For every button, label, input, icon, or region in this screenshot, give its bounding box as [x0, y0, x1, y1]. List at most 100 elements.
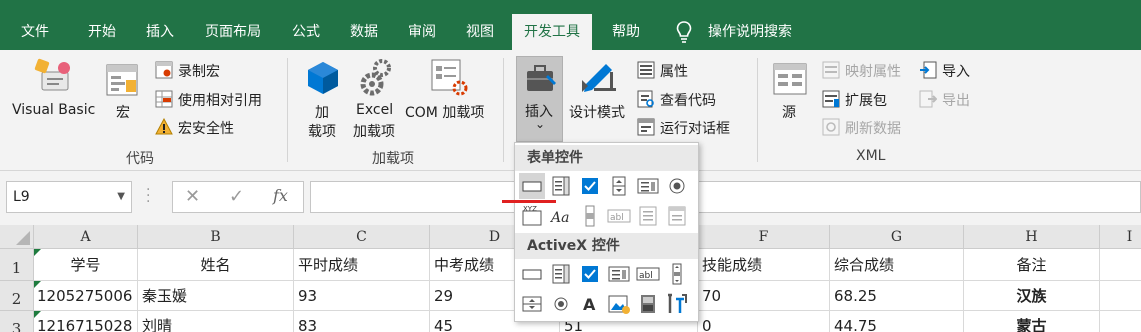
- import-button[interactable]: 导入: [942, 61, 970, 81]
- row-header-3[interactable]: 3: [0, 311, 34, 332]
- insert-function-icon[interactable]: fx: [273, 186, 288, 205]
- cell-F3[interactable]: 0: [698, 311, 830, 332]
- scroll-bar-icon[interactable]: [577, 203, 603, 229]
- combo-list-edit-icon[interactable]: [635, 203, 661, 229]
- tab-data[interactable]: 数据: [350, 0, 378, 50]
- design-mode-icon: [582, 64, 616, 92]
- column-header-I[interactable]: I: [1100, 225, 1141, 249]
- tab-page-layout[interactable]: 页面布局: [205, 0, 261, 50]
- cell-G3[interactable]: 44.75: [830, 311, 964, 332]
- cancel-icon[interactable]: ✕: [185, 186, 200, 207]
- combo-box-icon[interactable]: [548, 173, 574, 199]
- tab-review[interactable]: 审阅: [408, 0, 436, 50]
- xml-source-icon: [773, 63, 807, 95]
- button-control-icon[interactable]: [519, 173, 545, 199]
- checkbox-icon[interactable]: [577, 173, 603, 199]
- confirm-icon[interactable]: ✓: [229, 186, 244, 207]
- cell-A1[interactable]: 学号: [34, 249, 138, 281]
- import-icon: [920, 61, 937, 79]
- activex-label-icon[interactable]: A: [577, 291, 603, 317]
- excel-addins-line1[interactable]: Excel: [356, 102, 393, 118]
- tab-insert[interactable]: 插入: [146, 0, 174, 50]
- cell-B3[interactable]: 刘晴: [138, 311, 294, 332]
- column-header-B[interactable]: B: [138, 225, 294, 249]
- group-divider: [757, 58, 758, 162]
- tab-developer[interactable]: 开发工具: [512, 14, 592, 50]
- cell-H3[interactable]: 蒙古: [964, 311, 1100, 332]
- view-code-icon: [637, 90, 654, 108]
- cell-A3[interactable]: 1216715028: [34, 311, 138, 332]
- activex-image-icon[interactable]: [606, 291, 632, 317]
- group-box-icon[interactable]: XYZ: [519, 203, 545, 229]
- tab-view[interactable]: 视图: [466, 0, 494, 50]
- activex-option-button-icon[interactable]: [548, 291, 574, 317]
- properties-button[interactable]: 属性: [660, 61, 688, 81]
- activex-button-icon[interactable]: [519, 261, 545, 287]
- insert-controls-button[interactable]: 插入 ⌄: [516, 56, 563, 142]
- cell-G2[interactable]: 68.25: [830, 281, 964, 311]
- activex-combo-box-icon[interactable]: [548, 261, 574, 287]
- select-all-corner[interactable]: [0, 225, 34, 249]
- formula-input[interactable]: [310, 181, 1141, 213]
- tab-help[interactable]: 帮助: [612, 0, 640, 50]
- activex-text-box-icon[interactable]: abl: [635, 261, 661, 287]
- toolbox-icon: [527, 65, 556, 91]
- tab-formulas[interactable]: 公式: [292, 0, 320, 50]
- cell-C3[interactable]: 83: [294, 311, 430, 332]
- view-code-button[interactable]: 查看代码: [660, 90, 716, 110]
- activex-list-box-icon[interactable]: [606, 261, 632, 287]
- tell-me-search[interactable]: 操作说明搜索: [708, 0, 792, 50]
- cell-F1[interactable]: 技能成绩: [698, 249, 830, 281]
- design-mode-button[interactable]: 设计模式: [569, 102, 625, 122]
- cell-B1[interactable]: 姓名: [138, 249, 294, 281]
- cell-G1[interactable]: 综合成绩: [830, 249, 964, 281]
- activex-scroll-bar-icon[interactable]: [664, 261, 690, 287]
- text-field-icon[interactable]: abl: [606, 203, 632, 229]
- cell-I3[interactable]: [1100, 311, 1141, 332]
- drag-handle-icon[interactable]: · · ·: [146, 183, 150, 209]
- addin-button-line2[interactable]: 载项: [308, 121, 336, 141]
- cell-H1[interactable]: 备注: [964, 249, 1100, 281]
- addin-button-line1[interactable]: 加: [315, 102, 329, 122]
- cell-F2[interactable]: 70: [698, 281, 830, 311]
- cell-I2[interactable]: [1100, 281, 1141, 311]
- activex-spin-button-icon[interactable]: [519, 291, 545, 317]
- group-label-xml: XML: [856, 148, 886, 164]
- column-header-G[interactable]: G: [830, 225, 964, 249]
- label-control-icon[interactable]: Aa: [548, 203, 574, 229]
- activex-toggle-button-icon[interactable]: [635, 291, 661, 317]
- com-addins-button[interactable]: COM 加载项: [405, 102, 484, 122]
- cell-A2[interactable]: 1205275006: [34, 281, 138, 311]
- option-button-icon[interactable]: [664, 173, 690, 199]
- cell-C1[interactable]: 平时成绩: [294, 249, 430, 281]
- tab-home[interactable]: 开始: [88, 0, 116, 50]
- use-relative-references-button[interactable]: 使用相对引用: [178, 90, 262, 110]
- macro-button[interactable]: 宏: [116, 102, 130, 122]
- run-dialog-button[interactable]: 运行对话框: [660, 118, 730, 138]
- activex-checkbox-icon[interactable]: [577, 261, 603, 287]
- row-header-1[interactable]: 1: [0, 249, 34, 281]
- macro-security-button[interactable]: 宏安全性: [178, 118, 234, 138]
- ribbon-tab-bar: 文件 开始 插入 页面布局 公式 数据 审阅 视图 开发工具 帮助 操作说明搜索: [0, 0, 1141, 50]
- spin-button-icon[interactable]: [606, 173, 632, 199]
- tab-file[interactable]: 文件: [21, 0, 49, 50]
- list-box-icon[interactable]: [635, 173, 661, 199]
- column-header-A[interactable]: A: [34, 225, 138, 249]
- cell-C2[interactable]: 93: [294, 281, 430, 311]
- row-header-2[interactable]: 2: [0, 281, 34, 311]
- column-header-H[interactable]: H: [964, 225, 1100, 249]
- chevron-down-icon[interactable]: ▼: [117, 182, 125, 212]
- visual-basic-button[interactable]: Visual Basic: [12, 102, 95, 118]
- xml-source-button[interactable]: 源: [782, 102, 796, 122]
- cell-B2[interactable]: 秦玉媛: [138, 281, 294, 311]
- column-header-F[interactable]: F: [698, 225, 830, 249]
- record-macro-button[interactable]: 录制宏: [178, 61, 220, 81]
- cell-H2[interactable]: 汉族: [964, 281, 1100, 311]
- name-box[interactable]: L9 ▼: [6, 181, 132, 213]
- cell-I1[interactable]: [1100, 249, 1141, 281]
- more-controls-icon[interactable]: [664, 291, 690, 317]
- expansion-packs-button[interactable]: 扩展包: [845, 90, 887, 110]
- column-header-C[interactable]: C: [294, 225, 430, 249]
- combo-dropdown-edit-icon[interactable]: [664, 203, 690, 229]
- excel-addins-line2[interactable]: 加载项: [353, 121, 395, 141]
